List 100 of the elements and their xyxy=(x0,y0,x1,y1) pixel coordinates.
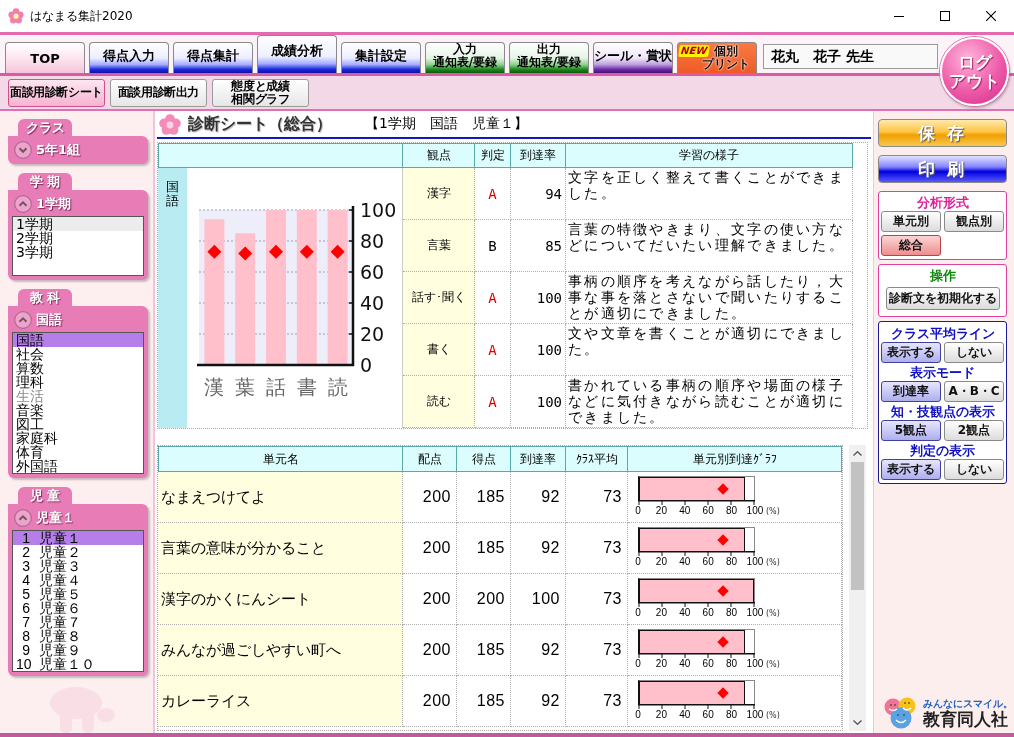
logo-tagline: みんなにスマイル。 xyxy=(923,697,1013,709)
scale-label: 100 xyxy=(745,556,765,568)
option-button[interactable]: 観点別 xyxy=(944,211,1004,232)
list-item[interactable]: 家庭科 xyxy=(13,431,143,445)
comment-cell: 事柄の順序を考えながら話したり，大事な事を落とさないで聞いたりすることが適切にできました。 xyxy=(566,272,853,324)
class-average-marker xyxy=(238,246,253,261)
scale-label: 20 xyxy=(654,556,668,568)
option-button[interactable]: 単元別 xyxy=(881,211,941,232)
chevron-down-icon xyxy=(853,720,862,725)
scale-label: 40 xyxy=(678,658,692,670)
list-item[interactable]: 理科 xyxy=(13,375,143,389)
scale-label: 80 xyxy=(725,505,739,517)
unit-name-cell: 漢字のかくにんシート xyxy=(158,574,403,625)
scale-unit-label: (%) xyxy=(766,558,780,567)
scale-label: 100 xyxy=(745,658,765,670)
category-label: 葉 xyxy=(235,375,256,399)
scale-label: 100 xyxy=(745,607,765,619)
flower-icon xyxy=(8,8,24,24)
list-item[interactable]: 10 児童１０ xyxy=(13,657,143,671)
section-title: クラス xyxy=(18,119,72,136)
option-button[interactable]: しない xyxy=(944,459,1004,480)
option-button[interactable]: しない xyxy=(944,342,1004,363)
scale-label: 0 xyxy=(634,658,642,670)
section-title: 学 期 xyxy=(18,173,72,190)
nav-tab[interactable]: 得点集計 xyxy=(173,42,253,73)
category-label: 書 xyxy=(296,375,317,399)
list-item[interactable]: 1学期 xyxy=(13,217,143,231)
axis-tick-label: 40 xyxy=(360,292,385,314)
list-item[interactable]: 体育 xyxy=(13,445,143,459)
class-average-marker xyxy=(269,244,283,259)
reset-text-button[interactable]: 診断文を初期化する xyxy=(885,287,1000,310)
sub-tab[interactable]: 面談用診断出力 xyxy=(110,78,207,107)
list-item[interactable]: 9 児童９ xyxy=(13,643,143,657)
option-button[interactable]: 表示する xyxy=(881,459,941,480)
scale-label: 20 xyxy=(654,658,668,670)
rate-cell: 85 xyxy=(511,220,566,272)
nav-tab[interactable]: 得点入力 xyxy=(89,42,169,73)
list-box[interactable]: 1学期 2学期 3学期 xyxy=(12,216,144,276)
list-item[interactable]: 4 児童４ xyxy=(13,573,143,587)
axis-tick-label: 20 xyxy=(360,323,385,345)
column-header: 単元別到達ｸﾞﾗﾌ xyxy=(628,446,842,472)
option-button[interactable]: 5観点 xyxy=(881,420,941,441)
aspect-cell: 読む xyxy=(403,376,475,428)
option-button[interactable]: 表示する xyxy=(881,342,941,363)
scale-label: 60 xyxy=(701,505,715,517)
nav-tab[interactable]: 出力 通知表/要録 xyxy=(509,42,589,73)
option-button[interactable]: 総合 xyxy=(881,235,941,256)
teacher-name-field: 花丸 花子 先生 xyxy=(763,44,938,69)
list-item[interactable]: 社会 xyxy=(13,347,143,361)
option-button[interactable]: A・B・C xyxy=(944,381,1004,402)
scale-label: 60 xyxy=(701,556,715,568)
nav-tab[interactable]: 集計設定 xyxy=(341,42,421,73)
scrollbar-thumb[interactable] xyxy=(851,462,864,590)
sub-tab[interactable]: 面談用診断シート xyxy=(8,78,105,107)
group-title: 知・技観点の表示 xyxy=(890,403,995,420)
print-button[interactable]: 印 刷 xyxy=(878,155,1007,183)
class-average-cell: 73 xyxy=(566,676,628,727)
list-item[interactable]: 国語 xyxy=(13,333,143,347)
nav-tab[interactable]: NEW 個別 プリント xyxy=(677,42,757,73)
scale-label: 40 xyxy=(678,607,692,619)
rate-cell: 100 xyxy=(511,272,566,324)
list-item[interactable]: 2学期 xyxy=(13,231,143,245)
grade-cell: A xyxy=(475,168,511,220)
list-item[interactable]: 3学期 xyxy=(13,245,143,259)
column-header: 学習の様子 xyxy=(566,143,853,168)
list-item[interactable]: 2 児童２ xyxy=(13,545,143,559)
nav-tab[interactable]: 入力 通知表/要録 xyxy=(425,42,505,73)
scale-label: 80 xyxy=(725,556,739,568)
class-average-cell: 73 xyxy=(566,472,628,523)
class-average-marker xyxy=(299,244,314,259)
option-button[interactable]: 2観点 xyxy=(944,420,1004,441)
list-item[interactable]: 5 児童５ xyxy=(13,587,143,601)
logo-name: 教育同人社 xyxy=(923,709,1009,729)
column-header: 到達率 xyxy=(511,143,566,168)
unit-name-cell: みんなが過ごしやすい町へ xyxy=(158,625,403,676)
list-item[interactable]: 6 児童６ xyxy=(13,601,143,615)
list-item[interactable]: 7 児童７ xyxy=(13,615,143,629)
option-button[interactable]: 到達率 xyxy=(881,381,941,402)
list-item[interactable]: 音楽 xyxy=(13,403,143,417)
axis-tick-label: 0 xyxy=(360,354,373,376)
list-item[interactable]: 算数 xyxy=(13,361,143,375)
list-item[interactable]: 8 児童８ xyxy=(13,629,143,643)
scrollbar[interactable] xyxy=(849,445,866,731)
sub-tab[interactable]: 態度と成績 相関グラフ xyxy=(212,78,309,107)
new-badge: NEW xyxy=(678,45,711,57)
nav-tab[interactable]: 成績分析 xyxy=(257,35,337,73)
group-title: 判定の表示 xyxy=(910,442,975,459)
column-header: 単元名 xyxy=(158,446,403,472)
list-item[interactable]: 外国語 xyxy=(13,459,143,473)
nav-tab[interactable]: TOP xyxy=(5,42,85,73)
aspect-cell: 話す･聞く xyxy=(403,272,475,324)
list-item[interactable]: 3 児童３ xyxy=(13,559,143,573)
rate-cell: 92 xyxy=(511,676,566,727)
list-item[interactable]: 図工 xyxy=(13,417,143,431)
list-item[interactable]: 1 児童１ xyxy=(13,531,143,545)
comment-cell: 書かれている事柄の順序や場面の様子などに気付きながら読むことが適切にできました。 xyxy=(566,376,853,428)
aspect-cell: 書く xyxy=(403,324,475,376)
rate-cell: 100 xyxy=(511,376,566,428)
list-box[interactable]: 1 児童１ 2 児童２ 3 児童３ 4 児童４ 5 児童５ 6 児童６ 7 児童７ 8 児童８ 9 児童９ 10 児童１０ xyxy=(12,530,144,672)
nav-tab[interactable]: シール・賞状 xyxy=(593,42,673,73)
